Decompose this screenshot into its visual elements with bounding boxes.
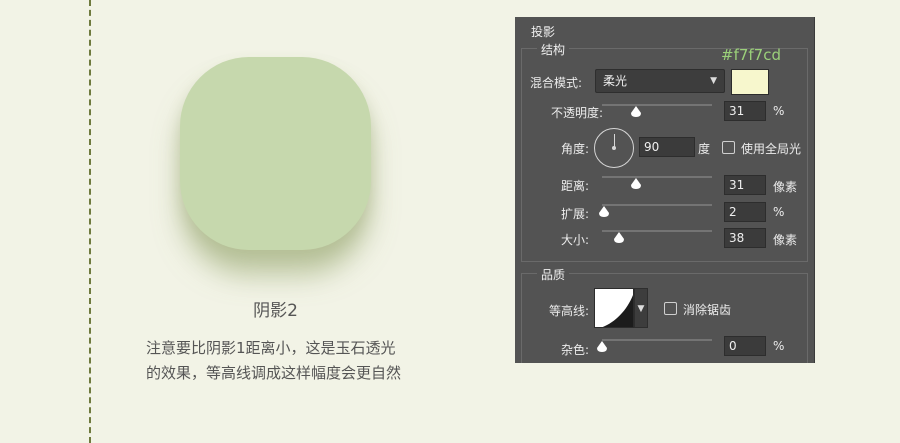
anti-alias-checkbox[interactable] (664, 302, 677, 315)
global-light-label: 使用全局光 (741, 142, 802, 156)
noise-unit: % (773, 339, 785, 353)
contour-curve-icon (595, 289, 633, 327)
angle-dial[interactable] (594, 128, 634, 168)
spread-label: 扩展: (560, 207, 589, 221)
noise-slider-track[interactable] (602, 339, 712, 341)
contour-preview[interactable] (594, 288, 634, 328)
noise-slider-thumb[interactable] (596, 341, 608, 353)
opacity-slider-track[interactable] (602, 104, 712, 106)
structure-group-label: 结构 (537, 41, 570, 58)
caption-body: 注意要比阴影1距离小，这是玉石透光 的效果，等高线调成这样幅度会更自然 (146, 336, 466, 386)
drop-shadow-panel: 投影 结构 混合模式: 柔光 ▼ #f7f7cd 不透明度: 31 % 角度: … (515, 17, 814, 363)
angle-field[interactable]: 90 (639, 137, 695, 157)
size-slider-thumb[interactable] (613, 232, 625, 244)
size-label: 大小: (560, 233, 589, 247)
global-light-checkbox[interactable] (722, 141, 735, 154)
panel-edge (814, 17, 815, 363)
opacity-slider-thumb[interactable] (630, 106, 642, 118)
panel-title: 投影 (531, 25, 556, 39)
size-unit: 像素 (773, 233, 798, 247)
distance-slider-track[interactable] (602, 176, 712, 178)
blend-mode-label: 混合模式: (530, 76, 583, 90)
angle-label: 角度: (560, 142, 589, 156)
spread-unit: % (773, 205, 785, 219)
opacity-unit: % (773, 104, 785, 118)
angle-dial-center (612, 146, 616, 150)
blend-mode-value: 柔光 (603, 74, 628, 88)
chevron-down-icon: ▼ (710, 76, 717, 86)
caption-line-2: 的效果，等高线调成这样幅度会更自然 (146, 364, 402, 382)
shadow-color-swatch[interactable] (731, 69, 769, 95)
jade-icon-shape (180, 57, 371, 250)
quality-group-label: 品质 (537, 266, 570, 283)
noise-label: 杂色: (560, 343, 589, 357)
contour-dropdown-chevron-icon[interactable]: ▼ (634, 288, 648, 328)
distance-unit: 像素 (773, 180, 798, 194)
noise-field[interactable]: 0 (724, 336, 766, 356)
angle-unit: 度 (698, 142, 711, 156)
anti-alias-label: 消除锯齿 (683, 303, 732, 317)
opacity-label: 不透明度: (550, 106, 603, 120)
caption-line-1: 注意要比阴影1距离小，这是玉石透光 (146, 339, 396, 357)
dashed-divider (89, 0, 91, 443)
spread-field[interactable]: 2 (724, 202, 766, 222)
size-field[interactable]: 38 (724, 228, 766, 248)
swatch-hex-label: #f7f7cd (721, 46, 781, 64)
distance-field[interactable]: 31 (724, 175, 766, 195)
opacity-field[interactable]: 31 (724, 101, 766, 121)
caption-title: 阴影2 (253, 301, 298, 321)
distance-slider-thumb[interactable] (630, 178, 642, 190)
contour-label: 等高线: (548, 304, 589, 318)
spread-slider-thumb[interactable] (598, 206, 610, 218)
spread-slider-track[interactable] (602, 204, 712, 206)
distance-label: 距离: (560, 179, 589, 193)
blend-mode-dropdown[interactable]: 柔光 ▼ (595, 69, 725, 93)
